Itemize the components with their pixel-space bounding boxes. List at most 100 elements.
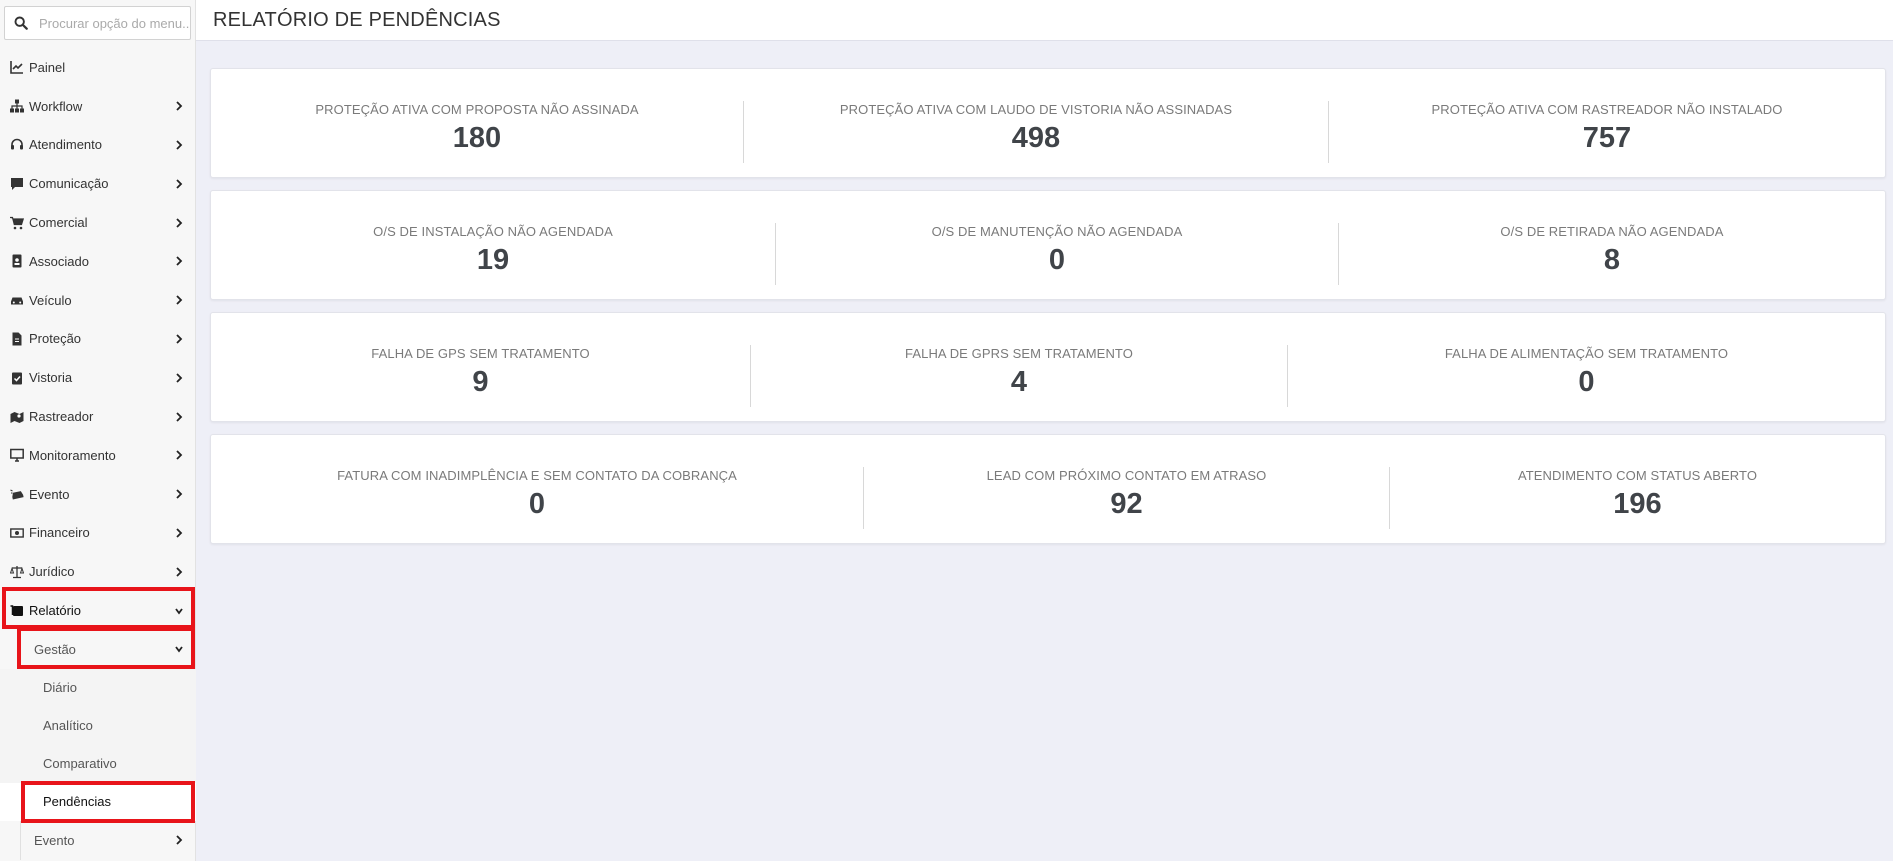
sidebar-item-painel[interactable]: Painel	[0, 48, 196, 87]
cart-icon	[9, 215, 24, 230]
sidebar-item-label: Vistoria	[29, 370, 73, 386]
stat-value: 0	[1578, 366, 1595, 398]
sidebar-item-label: Relatório	[29, 603, 82, 619]
sidebar-item-workflow[interactable]: Workflow	[0, 87, 196, 126]
car-crash-icon	[9, 487, 24, 502]
sidebar-item-monitoramento[interactable]: Monitoramento	[0, 436, 196, 475]
stat-item[interactable]: O/S DE MANUTENÇÃO NÃO AGENDADA 0	[776, 191, 1338, 299]
chevron-right-icon	[175, 528, 183, 538]
sidebar-item-label: Comercial	[29, 215, 88, 231]
stat-value: 9	[472, 366, 489, 398]
stat-item[interactable]: FATURA COM INADIMPLÊNCIA E SEM CONTATO D…	[211, 435, 863, 543]
sidebar-item-comunicacao[interactable]: Comunicação	[0, 164, 196, 203]
stat-item[interactable]: PROTEÇÃO ATIVA COM LAUDO DE VISTORIA NÃO…	[744, 69, 1328, 177]
chevron-down-icon	[175, 606, 183, 616]
stat-item[interactable]: LEAD COM PRÓXIMO CONTATO EM ATRASO 92	[864, 435, 1389, 543]
sidebar-item-label: Comunicação	[29, 176, 109, 192]
chevron-right-icon	[175, 411, 183, 422]
stat-value: 19	[476, 244, 510, 276]
sidebar-item-juridico[interactable]: Jurídico	[0, 552, 196, 591]
sidebar-item-label: Financeiro	[29, 525, 90, 541]
stat-item[interactable]: PROTEÇÃO ATIVA COM RASTREADOR NÃO INSTAL…	[1329, 69, 1885, 177]
sidebar-item-label: Evento	[29, 486, 70, 502]
stat-item[interactable]: O/S DE RETIRADA NÃO AGENDADA 8	[1339, 191, 1885, 299]
stat-label: FALHA DE ALIMENTAÇÃO SEM TRATAMENTO	[1444, 346, 1729, 361]
stat-value: 4	[1010, 366, 1028, 398]
sidebar-subitem-label: Analítico	[43, 718, 93, 734]
sidebar-subitem-evento[interactable]: Evento	[0, 821, 196, 860]
stat-item[interactable]: O/S DE INSTALAÇÃO NÃO AGENDADA 19	[211, 191, 775, 299]
chevron-right-icon	[175, 295, 183, 305]
sidebar-item-label: Rastreador	[29, 409, 94, 425]
stat-label: O/S DE INSTALAÇÃO NÃO AGENDADA	[373, 224, 613, 239]
sidebar-subitem-gestao[interactable]: Gestão	[0, 630, 196, 669]
clipboard-check-icon	[9, 370, 24, 385]
sidebar-item-vistoria[interactable]: Vistoria	[0, 358, 196, 397]
stats-card: FATURA COM INADIMPLÊNCIA E SEM CONTATO D…	[210, 434, 1886, 544]
page-title: RELATÓRIO DE PENDÊNCIAS	[213, 9, 501, 31]
search-input[interactable]	[39, 7, 189, 39]
money-icon	[9, 525, 24, 540]
chevron-right-icon	[175, 334, 183, 344]
sidebar-item-comercial[interactable]: Comercial	[0, 203, 196, 242]
desktop-icon	[9, 448, 24, 463]
main-content: PROTEÇÃO ATIVA COM PROPOSTA NÃO ASSINADA…	[210, 68, 1886, 556]
sidebar-item-label: Painel	[29, 59, 66, 75]
menu-search[interactable]	[4, 6, 191, 40]
sidebar-item-associado[interactable]: Associado	[0, 242, 196, 281]
chevron-right-icon	[175, 835, 183, 845]
stats-card: FALHA DE GPS SEM TRATAMENTO 9 FALHA DE G…	[210, 312, 1886, 422]
stat-item[interactable]: FALHA DE GPS SEM TRATAMENTO 9	[211, 313, 750, 421]
sidebar-item-label: Associado	[29, 253, 89, 269]
stats-card: O/S DE INSTALAÇÃO NÃO AGENDADA 19 O/S DE…	[210, 190, 1886, 300]
chevron-right-icon	[175, 140, 183, 150]
sidebar-item-rastreador[interactable]: Rastreador	[0, 397, 196, 436]
chevron-right-icon	[175, 450, 183, 460]
sidebar-item-financeiro[interactable]: Financeiro	[0, 514, 196, 553]
chevron-right-icon	[175, 101, 183, 111]
chevron-right-icon	[175, 179, 183, 189]
scale-icon	[9, 564, 24, 579]
sidebar-subitem-label: Comparativo	[43, 756, 117, 772]
stats-card: PROTEÇÃO ATIVA COM PROPOSTA NÃO ASSINADA…	[210, 68, 1886, 178]
sidebar-item-protecao[interactable]: Proteção	[0, 320, 196, 359]
report-icon	[9, 603, 24, 618]
map-marker-icon	[9, 409, 24, 424]
id-badge-icon	[9, 254, 24, 269]
sidebar-subitem-label: Diário	[43, 680, 77, 696]
search-icon	[14, 16, 28, 30]
stat-item[interactable]: FALHA DE ALIMENTAÇÃO SEM TRATAMENTO 0	[1288, 313, 1885, 421]
sidebar-item-relatorio[interactable]: Relatório	[0, 591, 196, 630]
chart-line-icon	[9, 60, 24, 75]
stat-label: PROTEÇÃO ATIVA COM PROPOSTA NÃO ASSINADA	[315, 102, 639, 117]
stat-item[interactable]: ATENDIMENTO COM STATUS ABERTO 196	[1390, 435, 1885, 543]
relatorio-submenu: Gestão Diário Analítico Comparativo Pend…	[0, 629, 196, 860]
stat-value: 180	[452, 122, 502, 154]
stat-item[interactable]: FALHA DE GPRS SEM TRATAMENTO 4	[751, 313, 1287, 421]
sidebar-item-label: Workflow	[29, 98, 83, 114]
sitemap-icon	[9, 99, 24, 114]
chevron-down-icon	[175, 644, 183, 654]
sidebar-item-veiculo[interactable]: Veículo	[0, 281, 196, 320]
stat-label: ATENDIMENTO COM STATUS ABERTO	[1517, 468, 1758, 483]
sidebar-subitem-diario[interactable]: Diário	[0, 668, 196, 707]
stat-value: 92	[1110, 488, 1143, 520]
stat-label: O/S DE MANUTENÇÃO NÃO AGENDADA	[931, 224, 1183, 239]
car-icon	[9, 293, 24, 308]
chevron-right-icon	[175, 256, 183, 267]
sidebar-item-label: Jurídico	[29, 564, 75, 580]
sidebar-subitem-comparativo[interactable]: Comparativo	[0, 744, 196, 783]
stat-label: FALHA DE GPS SEM TRATAMENTO	[371, 346, 590, 361]
sidebar-item-evento[interactable]: Evento	[0, 475, 196, 514]
stat-value: 757	[1582, 122, 1632, 154]
stat-value: 0	[1048, 244, 1066, 276]
sidebar-subitem-pendencias[interactable]: Pendências	[0, 782, 196, 821]
stat-label: PROTEÇÃO ATIVA COM RASTREADOR NÃO INSTAL…	[1431, 102, 1783, 117]
sidebar-item-atendimento[interactable]: Atendimento	[0, 126, 196, 165]
stat-item[interactable]: PROTEÇÃO ATIVA COM PROPOSTA NÃO ASSINADA…	[211, 69, 743, 177]
stat-value: 8	[1603, 244, 1621, 276]
sidebar-item-label: Veículo	[29, 292, 72, 308]
sidebar-subitem-analitico[interactable]: Analítico	[0, 706, 196, 745]
sidebar-item-label: Proteção	[29, 331, 82, 347]
stat-label: FATURA COM INADIMPLÊNCIA E SEM CONTATO D…	[337, 468, 737, 483]
